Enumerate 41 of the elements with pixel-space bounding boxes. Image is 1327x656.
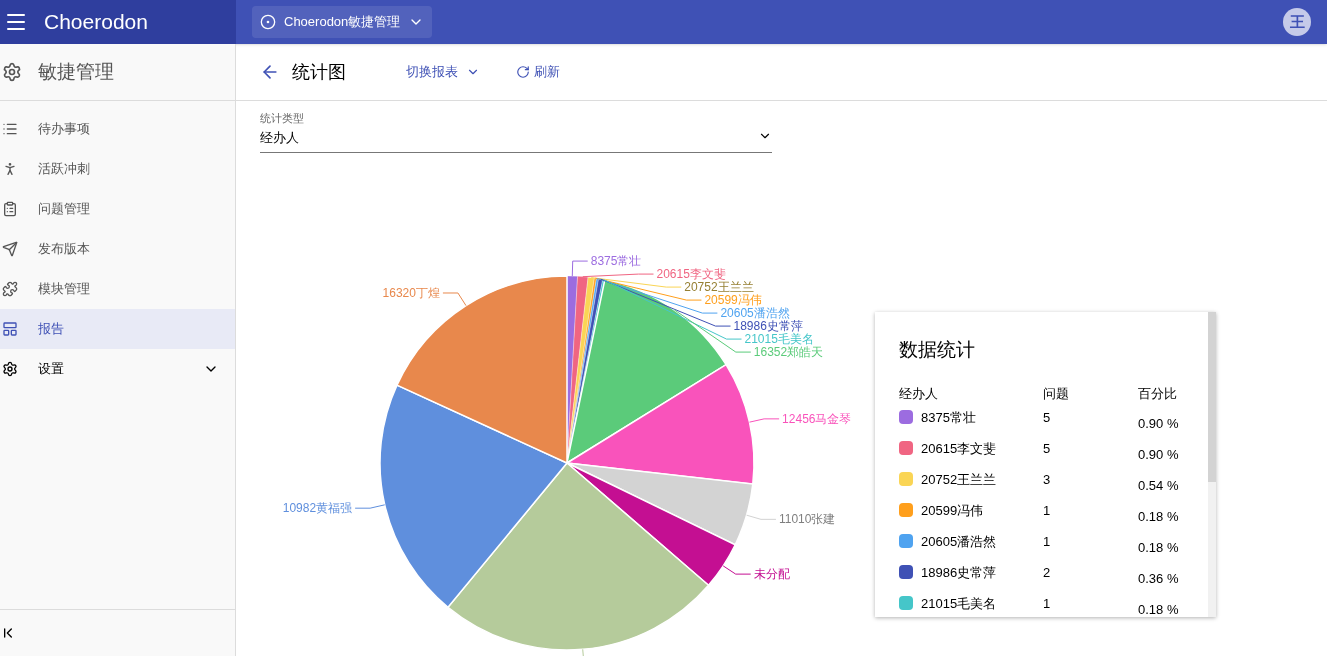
table-cell-text: 1 [1043, 533, 1052, 551]
table-cell-text: 5 [1043, 440, 1052, 458]
slice-label: 8375常壮 [590, 253, 642, 268]
brand-logo: Choerodon [44, 9, 148, 36]
slice-label: 10982黄福强 [282, 500, 353, 515]
table-cell-text: 21015毛美名 [921, 595, 997, 613]
table-cell-text: 0.18 % [1138, 508, 1180, 526]
column-header: 问题 [1043, 385, 1070, 403]
slice-label: 20752王兰兰 [684, 279, 754, 294]
table-cell-text: 5 [1043, 409, 1052, 427]
slice-label: 20605潘浩然 [720, 305, 790, 320]
slice-label: 未分配 [753, 566, 790, 581]
slice-label: 20615李文斐 [656, 266, 726, 281]
slice-label: 20599冯伟 [704, 292, 762, 307]
table-cell-text: 20605潘浩然 [921, 533, 997, 551]
page-title: 统计图 [292, 60, 346, 84]
stats-title: 数据统计 [899, 337, 976, 362]
slice-label: 16320丁煌 [382, 285, 440, 300]
slice-label: 21015毛美名 [744, 331, 814, 346]
table-cell-text: 20752王兰兰 [921, 471, 997, 489]
table-cell-text: 3 [1043, 471, 1052, 489]
table-cell-text: 0.36 % [1138, 570, 1180, 588]
table-cell-text: 0.54 % [1138, 477, 1180, 495]
table-cell-text: 0.90 % [1138, 446, 1180, 464]
slice-label: 16352郑皓天 [753, 344, 824, 359]
table-cell-text: 0.18 % [1138, 601, 1180, 617]
slice-label: 12456马金琴 [782, 411, 852, 426]
table-cell-text: 20615李文斐 [921, 440, 997, 458]
table-cell-text: 1 [1043, 595, 1052, 613]
table-cell-text: 2 [1043, 564, 1052, 582]
table-cell-text: 18986史常萍 [921, 564, 997, 582]
sidebar-title: 敏捷管理 [38, 59, 114, 84]
table-cell-text: 0.18 % [1138, 539, 1180, 557]
table-cell-text: 8375常壮 [921, 409, 976, 427]
column-header: 经办人 [899, 385, 939, 403]
table-cell-text: 20599冯伟 [921, 502, 984, 520]
slice-label: 18986史常萍 [733, 318, 803, 333]
slice-label: 11010张建 [779, 511, 836, 526]
table-cell-text: 0.90 % [1138, 415, 1180, 433]
column-header: 百分比 [1138, 385, 1178, 403]
table-cell-text: 1 [1043, 502, 1052, 520]
